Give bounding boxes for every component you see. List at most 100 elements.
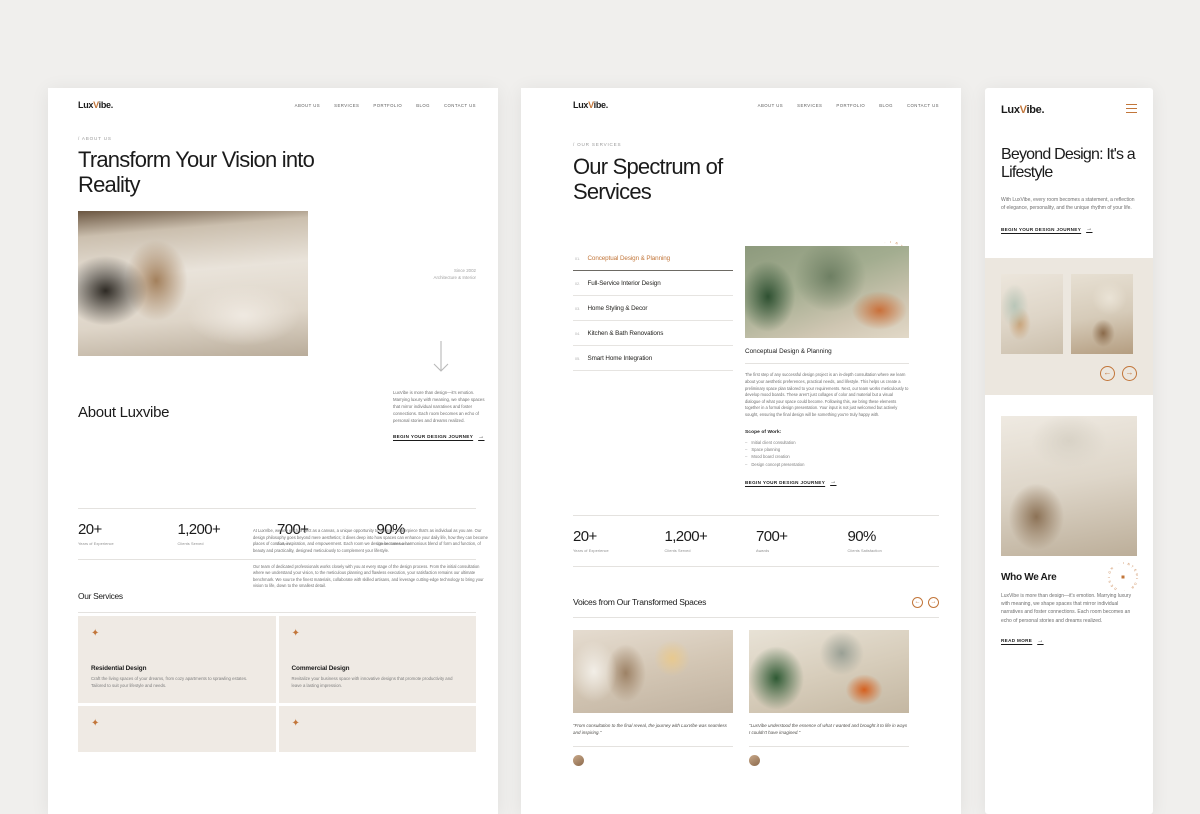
service-detail-image [745, 246, 909, 339]
hamburger-menu-icon[interactable] [1126, 104, 1137, 116]
divider-testimonial [749, 746, 909, 748]
stamp-char: · [1123, 588, 1126, 593]
nav-item-contact-us[interactable]: CONTACT US [444, 103, 476, 108]
nav-item-about-us[interactable]: ABOUT US [758, 103, 784, 108]
mobile-carousel-images [1001, 273, 1137, 354]
divider-detail [745, 363, 909, 365]
scope-item: Mood board creation [745, 453, 909, 460]
stat-satisfaction: 90% Clients Satisfaction [848, 528, 940, 553]
stat-clients-label: Clients Served [664, 548, 691, 553]
nav-item-about-us[interactable]: ABOUT US [295, 103, 321, 108]
hero-intro-text: LuxVibe is more than design—it's emotion… [393, 390, 485, 423]
avatar [573, 755, 584, 767]
scope-of-work-list: Initial client consultation Space planni… [745, 439, 909, 468]
service-name: Smart Home Integration [587, 355, 653, 363]
stamp-char: I [1134, 577, 1139, 579]
service-name: Home Styling & Decor [587, 305, 648, 313]
down-arrow-icon [433, 341, 449, 372]
begin-journey-link[interactable]: BEGIN YOUR DESIGN JOURNEY → [393, 434, 485, 440]
carousel-image-2[interactable] [1071, 273, 1133, 354]
service-card-third[interactable]: ✦ [78, 706, 276, 753]
testimonials-header: Voices from Our Transformed Spaces ← → [573, 596, 939, 608]
nav-item-portfolio[interactable]: PORTFOLIO [373, 103, 402, 108]
our-services-heading: Our Services [78, 590, 123, 601]
logo-post: ibe. [98, 100, 114, 110]
services-body: 01. Conceptual Design & Planning 02. Ful… [573, 246, 939, 488]
nav-item-contact-us[interactable]: CONTACT US [907, 103, 939, 108]
about-section-heading: About Luxvibe [78, 404, 170, 422]
stamp-char: · [883, 240, 887, 245]
service-list-item-02[interactable]: 02. Full-Service Interior Design [573, 271, 733, 297]
who-we-are-body: LuxVibe is more than design—it's emotion… [1001, 593, 1132, 624]
logo-pre: Lux [1001, 104, 1020, 116]
stat-years-label: Years of Experience [78, 541, 114, 546]
carousel-image-1[interactable] [1001, 273, 1063, 354]
service-list-item-05[interactable]: 05. Smart Home Integration [573, 346, 733, 372]
arrow-right-icon: → [830, 479, 837, 485]
about-paragraph-2: Our team of dedicated professionals work… [253, 563, 484, 589]
mobile-begin-journey-link[interactable]: BEGIN YOUR DESIGN JOURNEY → [1001, 226, 1093, 232]
nav-item-services[interactable]: SERVICES [797, 103, 822, 108]
stat-years: 20+ Years of Experience [573, 528, 665, 553]
logo-v: V [1019, 104, 1027, 116]
logo[interactable]: LuxVibe. [1001, 104, 1045, 116]
about-header: LuxVibe. ABOUT US SERVICES PORTFOLIO BLO… [48, 88, 498, 110]
arrow-right-icon: → [478, 433, 485, 440]
service-list-item-03[interactable]: 03. Home Styling & Decor [573, 296, 733, 322]
sparkle-icon: ✦ [291, 718, 300, 730]
logo[interactable]: LuxVibe. [78, 100, 113, 110]
service-name: Conceptual Design & Planning [587, 255, 671, 263]
stamp-char: G [1107, 570, 1113, 574]
logo[interactable]: LuxVibe. [573, 100, 608, 110]
stat-clients-value: 1,200+ [664, 527, 708, 545]
service-card-fourth[interactable]: ✦ [278, 706, 476, 753]
testimonials-list: "From consultation to the final reveal, … [573, 629, 939, 767]
service-list-item-04[interactable]: 04. Kitchen & Bath Renovations [573, 321, 733, 347]
mobile-intro-text: With LuxVibe, every room becomes a state… [1001, 196, 1135, 211]
detail-begin-journey-link[interactable]: BEGIN YOUR DESIGN JOURNEY → [745, 479, 837, 485]
stamp-char: I [1106, 576, 1112, 578]
stamp-char: O [1132, 581, 1138, 586]
mobile-page: LuxVibe. Beyond Design: It's a Lifestyle… [985, 88, 1153, 814]
since-line-1: Since 2002 [454, 268, 476, 273]
logo-post: ibe. [1026, 104, 1045, 116]
nav-item-blog[interactable]: BLOG [879, 103, 893, 108]
service-list-item-01[interactable]: 01. Conceptual Design & Planning [573, 246, 733, 272]
testimonial-quote: "LuxVibe understood the essence of what … [749, 722, 908, 735]
services-eyebrow: / OUR SERVICES [573, 142, 622, 147]
nav-item-blog[interactable]: BLOG [416, 103, 430, 108]
logo-pre: Lux [573, 100, 589, 110]
sparkle-icon: ✦ [291, 627, 300, 639]
avatar [749, 755, 760, 767]
since-line-2: Architecture & Interior [433, 275, 476, 280]
service-detail-body: The first step of any successful design … [745, 372, 909, 417]
arrow-right-icon[interactable]: → [1122, 365, 1137, 381]
stat-awards-value: 700+ [756, 527, 788, 545]
service-card-desc: Revitalize your business space with inno… [291, 675, 453, 688]
service-name: Full-Service Interior Design [587, 280, 661, 288]
mobile-who-we-are: INTERIOR · DESIGN · Who We Are LuxVibe i… [985, 415, 1153, 648]
service-card-residential[interactable]: ✦ Residential Design Craft the living sp… [78, 615, 276, 704]
nav-item-services[interactable]: SERVICES [334, 103, 359, 108]
arrow-right-icon: → [1086, 226, 1093, 232]
about-page-title: Transform Your Vision into Reality [78, 147, 315, 197]
testimonial-card-1: "From consultation to the final reveal, … [573, 629, 733, 767]
service-card-commercial[interactable]: ✦ Commercial Design Revitalize your busi… [278, 615, 476, 704]
stamp-char: R [1134, 572, 1140, 576]
hero-side-column: LuxVibe is more than design—it's emotion… [393, 340, 489, 443]
arrow-right-icon[interactable]: → [928, 596, 939, 608]
arrow-left-icon[interactable]: ← [1100, 365, 1115, 381]
arrow-left-icon[interactable]: ← [912, 596, 923, 608]
screenshot-stage: LuxVibe. ABOUT US SERVICES PORTFOLIO BLO… [0, 0, 1200, 814]
nav-item-portfolio[interactable]: PORTFOLIO [836, 103, 865, 108]
stat-years-value: 20+ [78, 520, 102, 538]
stamp-char: T [1130, 563, 1135, 569]
scope-item: Space planning [745, 446, 909, 453]
sparkle-icon: ✦ [91, 627, 100, 639]
about-paragraph-1: At LuxVibe, we see each project as a can… [253, 528, 488, 553]
divider-below-stats [573, 565, 939, 567]
logo-pre: Lux [78, 100, 94, 110]
read-more-link[interactable]: READ MORE → [1001, 638, 1044, 644]
stamp-char: I [890, 240, 892, 244]
services-stats: 20+ Years of Experience 1,200+ Clients S… [573, 516, 939, 566]
